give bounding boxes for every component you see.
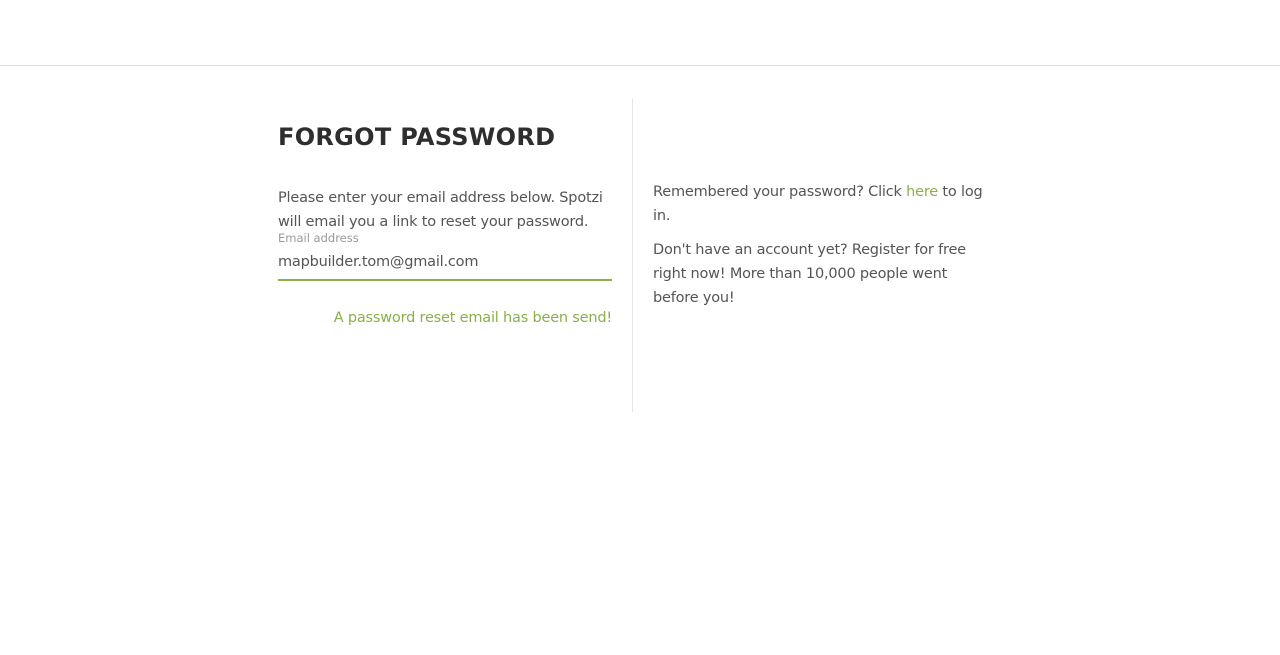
register-promo-text: Don't have an account yet? Register for … <box>653 242 966 306</box>
email-input[interactable] <box>278 245 612 281</box>
remembered-password-text: Remembered your password? Click here to … <box>653 180 993 228</box>
page-title: FORGOT PASSWORD <box>278 123 556 151</box>
forgot-password-panel: FORGOT PASSWORD Please enter your email … <box>278 98 612 328</box>
column-divider <box>632 98 633 412</box>
side-info-panel: Remembered your password? Click here to … <box>653 180 993 320</box>
top-header-bar <box>0 0 1280 66</box>
instructions-text: Please enter your email address below. S… <box>278 190 603 230</box>
login-here-link[interactable]: here <box>906 184 938 200</box>
email-field-label: Email address <box>278 231 359 245</box>
reset-status-message: A password reset email has been send! <box>333 310 612 326</box>
email-field-group: Email address <box>278 231 612 283</box>
remembered-prefix: Remembered your password? Click <box>653 184 907 200</box>
